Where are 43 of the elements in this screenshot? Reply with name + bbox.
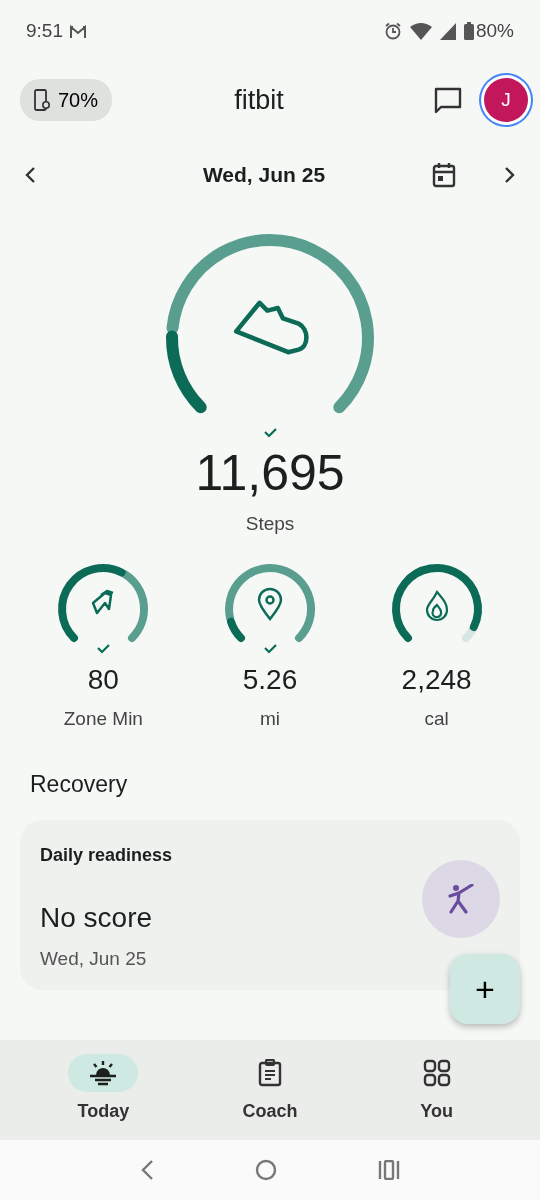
next-icon[interactable] xyxy=(504,166,516,184)
check-icon xyxy=(97,643,111,654)
card-title: Daily readiness xyxy=(40,843,174,867)
metric-label: Zone Min xyxy=(63,706,143,731)
check-icon xyxy=(264,643,277,654)
battery-icon xyxy=(463,22,474,40)
device-battery-chip[interactable]: 70% xyxy=(20,79,113,121)
metric-label: cal xyxy=(424,706,449,731)
battery-percent: 80% xyxy=(475,18,514,43)
recents-icon[interactable] xyxy=(377,1160,400,1180)
chat-icon[interactable] xyxy=(434,86,462,114)
nav-tab[interactable]: Coach xyxy=(205,1040,335,1140)
watch-battery-icon xyxy=(34,89,50,111)
clipboard-icon xyxy=(258,1059,282,1087)
back-icon[interactable] xyxy=(140,1159,155,1181)
section-heading: Recovery xyxy=(29,770,129,799)
metric-value: 2,248 xyxy=(401,662,472,697)
location-pin-icon xyxy=(257,587,283,620)
metric-value: 5.26 xyxy=(242,662,298,697)
previous-icon[interactable] xyxy=(24,166,36,184)
date-label: Wed, Jun 25 xyxy=(201,162,327,189)
alarm-icon xyxy=(383,22,402,40)
card-date: Wed, Jun 25 xyxy=(40,946,148,971)
metric-label: mi xyxy=(259,706,280,731)
signal-icon xyxy=(439,22,456,40)
wifi-icon xyxy=(409,22,432,40)
steps-value: 11,695 xyxy=(195,448,345,498)
calendar-icon[interactable] xyxy=(432,162,456,188)
nav-tab[interactable]: Today xyxy=(38,1040,169,1140)
shoe-icon xyxy=(233,300,309,355)
app-title: fitbit xyxy=(233,83,285,117)
sunrise-icon xyxy=(88,1060,119,1086)
check-icon xyxy=(264,428,277,438)
score-text: No score xyxy=(40,900,153,935)
steps-label: Steps xyxy=(245,512,295,536)
metric-value: 80 xyxy=(87,662,119,697)
add-button[interactable]: + xyxy=(450,954,520,1024)
status-time: 9:51 xyxy=(26,18,63,43)
runner-icon xyxy=(447,883,475,914)
mail-icon xyxy=(69,24,87,39)
grid-icon xyxy=(422,1059,451,1087)
home-icon[interactable] xyxy=(255,1159,277,1181)
nav-tab[interactable]: You xyxy=(371,1040,502,1140)
